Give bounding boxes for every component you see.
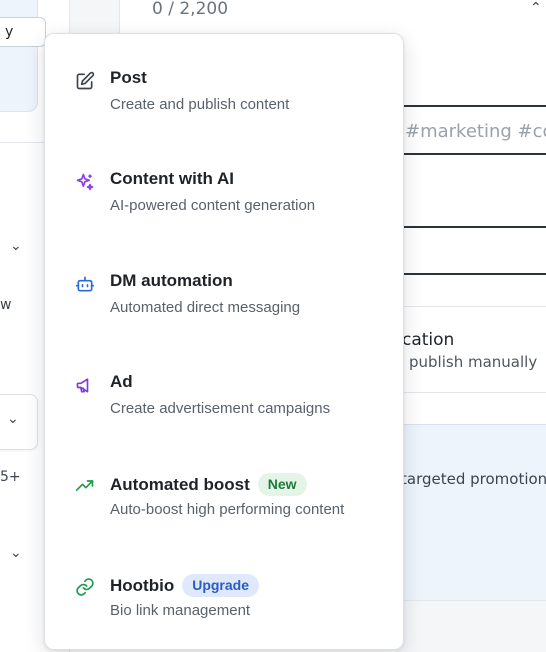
chevron-up-icon[interactable]: ⌃	[530, 0, 542, 16]
field-underline	[395, 273, 546, 275]
promotion-box	[395, 424, 546, 600]
left-text-fragment: 5+	[0, 469, 21, 485]
menu-item-content-with-ai[interactable]: Content with AI AI-powered content gener…	[45, 147, 403, 239]
chevron-down-icon[interactable]: ⌄	[10, 545, 22, 561]
menu-item-description: Create advertisement campaigns	[110, 400, 331, 417]
menu-item-description: Auto-boost high performing content	[110, 501, 345, 518]
counter-strip	[70, 0, 120, 34]
menu-item-title: DM automation	[110, 271, 233, 290]
menu-item-title-text: Automated boost	[110, 475, 250, 494]
character-count: 0 / 2,200	[152, 0, 229, 19]
option-title: cation	[402, 330, 455, 350]
menu-item-post[interactable]: Post Create and publish content	[45, 46, 403, 138]
upgrade-badge[interactable]: Upgrade	[182, 574, 259, 597]
create-menu: Post Create and publish content Content …	[44, 33, 404, 650]
menu-item-description: AI-powered content generation	[110, 197, 316, 214]
left-select[interactable]: ⌄	[0, 394, 38, 450]
chevron-down-icon[interactable]: ⌄	[10, 238, 22, 254]
option-subtitle: publish manually	[409, 353, 538, 371]
divider	[395, 392, 546, 393]
menu-item-title: Automated boost New	[110, 473, 307, 496]
robot-icon	[74, 273, 96, 295]
left-text-fragment: w	[0, 297, 12, 313]
menu-item-automated-boost[interactable]: Automated boost New Auto-boost high perfo…	[45, 451, 403, 543]
menu-item-title: Hootbio Upgrade	[110, 574, 259, 597]
chevron-down-icon: ⌄	[7, 411, 19, 427]
bottom-bar	[395, 600, 546, 652]
menu-item-description: Automated direct messaging	[110, 299, 301, 316]
menu-item-hootbio[interactable]: Hootbio Upgrade Bio link management	[45, 552, 403, 644]
menu-item-description: Bio link management	[110, 602, 251, 619]
promotion-text: targeted promotion	[401, 470, 546, 488]
menu-item-title: Content with AI	[110, 169, 235, 188]
menu-item-dm-automation[interactable]: DM automation Automated direct messaging	[45, 249, 403, 341]
menu-item-title-text: Hootbio	[110, 576, 175, 595]
field-underline	[395, 226, 546, 228]
trending-up-icon	[74, 475, 96, 497]
hashtag-input[interactable]: #marketing #con	[395, 105, 546, 155]
menu-item-title: Ad	[110, 372, 133, 391]
sparkle-icon	[74, 171, 96, 193]
menu-item-description: Create and publish content	[110, 96, 290, 113]
left-chip-button[interactable]: y	[0, 17, 46, 47]
menu-item-title: Post	[110, 68, 147, 87]
divider	[395, 306, 546, 307]
edit-icon	[74, 70, 96, 92]
megaphone-icon	[74, 374, 96, 396]
menu-item-ad[interactable]: Ad Create advertisement campaigns	[45, 350, 403, 442]
link-icon	[74, 576, 96, 598]
new-badge: New	[257, 473, 307, 496]
